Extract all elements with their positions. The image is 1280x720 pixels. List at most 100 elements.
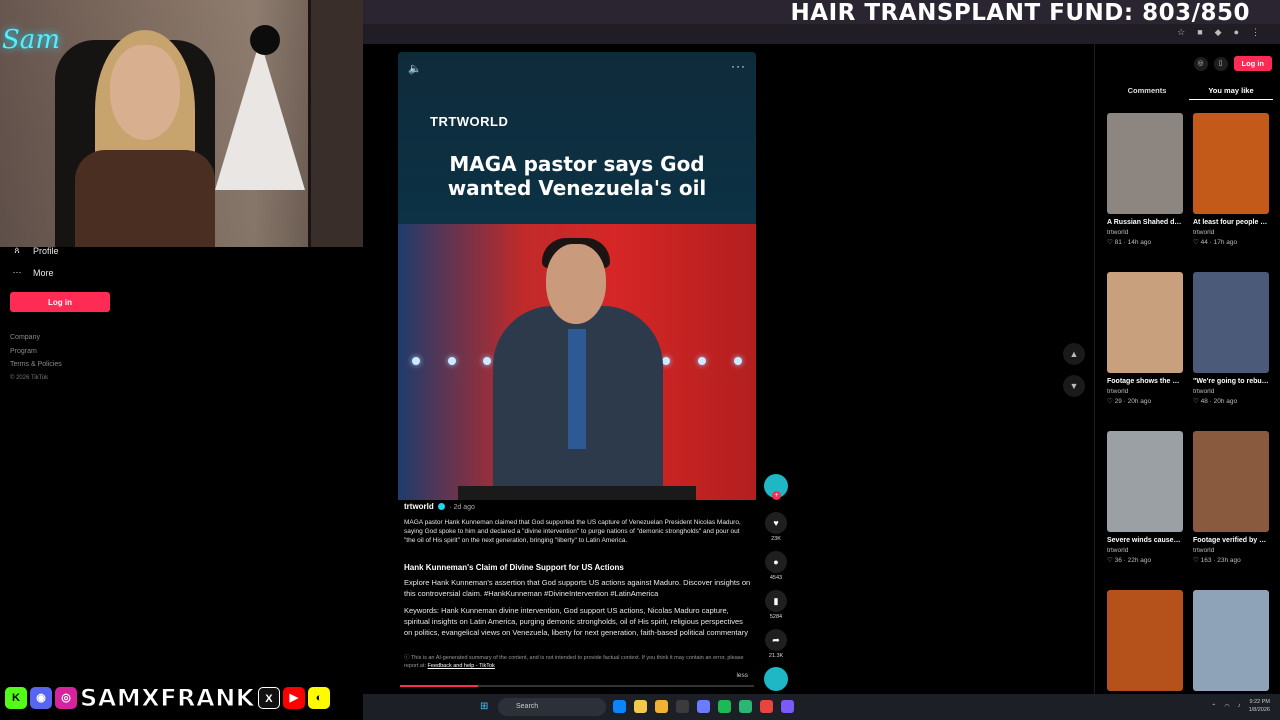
video-stage (398, 224, 756, 500)
christmas-tree (215, 40, 305, 190)
tab-you-may-like[interactable]: You may like (1189, 86, 1273, 100)
discord-app-icon[interactable] (781, 700, 794, 713)
volume-icon[interactable]: 🔈 (408, 62, 422, 75)
video-player[interactable]: 🔈 ··· TRTWORLD MAGA pastor says God want… (398, 52, 756, 500)
chrome-icon[interactable] (634, 700, 647, 713)
edge-icon[interactable] (613, 700, 626, 713)
bookmark-star-icon[interactable]: ☆ (1177, 27, 1185, 38)
compass-icon[interactable]: ◎ (1193, 56, 1208, 71)
obs-icon[interactable] (739, 700, 752, 713)
tab-comments[interactable]: Comments (1105, 86, 1189, 100)
recommended-card[interactable]: "We're going to rebuild the oil, an...tr… (1193, 272, 1269, 406)
recommended-card[interactable]: A Russian Shahed drone attack hit...trtw… (1107, 113, 1183, 247)
footer-link-company[interactable]: Company (10, 331, 62, 345)
card-author[interactable]: trtworld (1107, 228, 1183, 238)
comment-icon[interactable]: ● (765, 551, 787, 573)
share-icon[interactable]: ➦ (765, 629, 787, 651)
browser-icon[interactable] (760, 700, 773, 713)
card-title[interactable]: At least four people were kille... (1193, 217, 1269, 228)
snapchat-icon: ◐ (307, 687, 330, 709)
panel-login-button[interactable]: Log in (1233, 56, 1272, 71)
taskbar-search[interactable]: Search (498, 698, 606, 716)
recommended-card[interactable]: Severe winds caused several...trtworld♡ … (1107, 431, 1183, 565)
card-title[interactable]: Severe winds caused several... (1107, 535, 1183, 546)
system-tray: ⌃ ◠ ♪ 9:22 PM 1/8/2026 (1211, 698, 1270, 714)
card-author[interactable]: trtworld (1193, 546, 1269, 556)
wifi-icon[interactable]: ◠ (1224, 703, 1229, 710)
folder-icon[interactable] (655, 700, 668, 713)
phone-icon[interactable]: ▯ (1213, 56, 1228, 71)
card-thumbnail[interactable] (1107, 590, 1183, 691)
action-rail: + ♥ 23K ● 4543 ▮ 5284 ➦ 21.3K (764, 474, 788, 691)
card-thumbnail[interactable] (1193, 272, 1269, 373)
store-icon[interactable] (676, 700, 689, 713)
sidebar-login-button[interactable]: Log in (10, 292, 110, 312)
speaker-tie (568, 329, 586, 449)
footer-link-program[interactable]: Program (10, 345, 62, 359)
card-author[interactable]: trtworld (1107, 387, 1183, 397)
card-title[interactable]: Footage verified by Reuters show... (1193, 535, 1269, 546)
recommended-card[interactable]: Footage shows the moment...trtworld♡ 29 … (1107, 272, 1183, 406)
settings-icon[interactable] (697, 700, 710, 713)
chevron-down-icon[interactable]: ▼ (1063, 375, 1085, 397)
author-name[interactable]: trtworld (404, 502, 434, 511)
recommended-card[interactable] (1193, 590, 1269, 691)
card-age: 17h ago (1213, 239, 1238, 246)
spotify-icon[interactable] (718, 700, 731, 713)
comment-count: 4543 (769, 575, 783, 581)
speaker-icon[interactable]: ♪ (1238, 703, 1241, 709)
card-title[interactable]: Footage shows the moment... (1107, 376, 1183, 387)
card-author[interactable]: trtworld (1193, 228, 1269, 238)
card-author[interactable]: trtworld (1107, 546, 1183, 556)
info-icon: ⓘ (404, 655, 411, 661)
video-progress-bar[interactable] (400, 685, 754, 687)
card-thumbnail[interactable] (1193, 431, 1269, 532)
card-author[interactable]: trtworld (1193, 387, 1269, 397)
card-title[interactable]: "We're going to rebuild the oil, an... (1193, 376, 1269, 387)
card-thumbnail[interactable] (1193, 113, 1269, 214)
comment-action[interactable]: ● 4543 (764, 551, 788, 581)
feedback-link[interactable]: Feedback and help - TikTok (428, 663, 495, 669)
less-button[interactable]: less (736, 672, 748, 679)
headline-line-1: MAGA pastor says God (449, 152, 705, 176)
sidebar-item-label: Profile (33, 245, 59, 256)
sidebar-item-profile[interactable]: ጰ Profile (12, 245, 59, 256)
extension-icon[interactable]: ■ (1197, 27, 1202, 38)
card-thumbnail[interactable] (1193, 590, 1269, 691)
clock[interactable]: 9:22 PM 1/8/2026 (1249, 698, 1270, 714)
card-meta: ♡ 81 · 14h ago (1107, 239, 1152, 246)
card-title[interactable]: A Russian Shahed drone attack hit... (1107, 217, 1183, 228)
author-line[interactable]: trtworld · 2d ago (404, 502, 475, 511)
card-thumbnail[interactable] (1107, 113, 1183, 214)
follow-plus-icon[interactable]: + (772, 491, 781, 500)
save-action[interactable]: ▮ 5284 (764, 590, 788, 620)
sidebar-item-more[interactable]: ⋯ More (12, 267, 54, 278)
footer-link-terms[interactable]: Terms & Policies (10, 358, 62, 372)
profile-icon[interactable]: ● (1234, 27, 1239, 38)
windows-taskbar: ⊞ Search ⌃ ◠ ♪ 9:22 PM 1/8/2026 (363, 694, 1280, 720)
windows-start-icon[interactable]: ⊞ (480, 701, 488, 712)
recommended-card[interactable]: Footage verified by Reuters show...trtwo… (1193, 431, 1269, 565)
recommended-card[interactable] (1107, 590, 1183, 691)
heart-icon[interactable]: ♥ (765, 512, 787, 534)
recommended-card[interactable]: At least four people were kille...trtwor… (1193, 113, 1269, 247)
puzzle-icon[interactable]: ◆ (1215, 27, 1222, 38)
share-action[interactable]: ➦ 21.3K (764, 629, 788, 659)
bookmark-icon[interactable]: ▮ (765, 590, 787, 612)
ribbon-bow (250, 25, 280, 55)
music-disc-icon[interactable] (764, 667, 788, 691)
menu-kebab-icon[interactable]: ⋮ (1251, 27, 1260, 38)
sidebar-footer: Company Program Terms & Policies © 2026 … (10, 331, 62, 385)
right-panel: ◎ ▯ Log in Comments You may like A Russi… (1094, 44, 1280, 694)
webcam-door (308, 0, 363, 247)
card-thumbnail[interactable] (1107, 272, 1183, 373)
more-options-icon[interactable]: ··· (731, 59, 746, 73)
card-age: 22h ago (1127, 557, 1152, 564)
chevron-up-icon[interactable]: ▲ (1063, 343, 1085, 365)
like-action[interactable]: ♥ 23K (764, 512, 788, 542)
creator-avatar[interactable]: + (764, 474, 788, 500)
neon-sign: Sam (2, 25, 60, 55)
chevron-up-tray-icon[interactable]: ⌃ (1211, 703, 1216, 710)
card-likes: 163 (1200, 557, 1212, 564)
card-thumbnail[interactable] (1107, 431, 1183, 532)
